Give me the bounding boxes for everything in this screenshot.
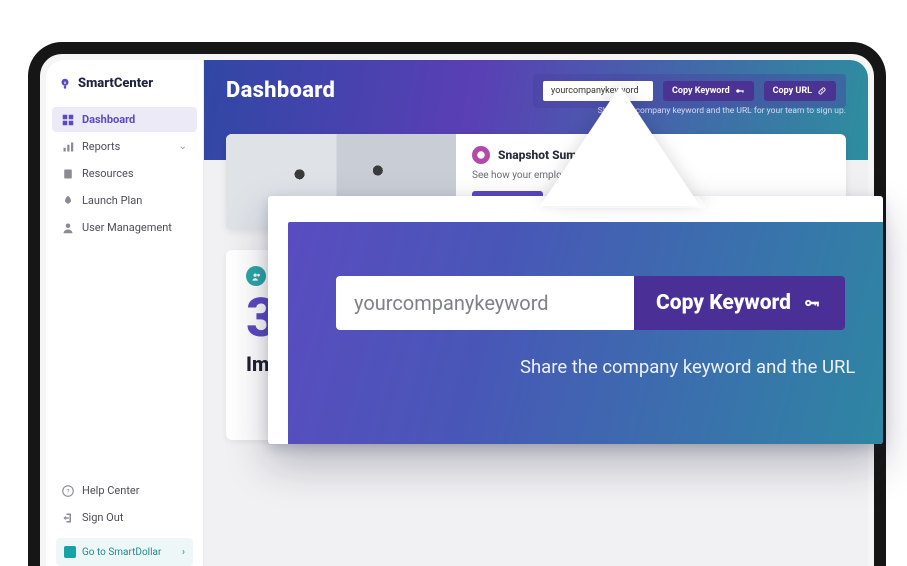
chart-icon	[62, 141, 74, 153]
sidebar-footer: ? Help Center Sign Out Go to SmartDollar…	[46, 470, 203, 566]
brand-lightbulb-icon	[58, 77, 72, 91]
rocket-icon	[62, 195, 74, 207]
sidebar-item-reports[interactable]: Reports ⌄	[52, 134, 197, 159]
sidebar-item-user-management[interactable]: User Management	[52, 215, 197, 240]
sidebar-item-launch-plan[interactable]: Launch Plan	[52, 188, 197, 213]
sidebar-item-label: Launch Plan	[82, 194, 142, 207]
grid-icon	[62, 114, 74, 126]
keyword-callout: Copy Keyword Share the company keyword a…	[268, 196, 883, 444]
svg-text:?: ?	[66, 487, 69, 495]
sidebar-item-label: Help Center	[82, 484, 140, 497]
callout-pointer	[540, 86, 700, 206]
sidebar-item-label: Dashboard	[82, 113, 135, 126]
callout-input-row: Copy Keyword	[336, 276, 883, 330]
link-icon	[817, 86, 827, 96]
sidebar-item-label: User Management	[82, 221, 172, 234]
copy-url-label: Copy URL	[773, 86, 812, 96]
key-icon	[803, 294, 821, 312]
signout-icon	[62, 512, 74, 524]
sidebar-item-label: Sign Out	[82, 511, 123, 524]
sidebar-help-center[interactable]: ? Help Center	[52, 478, 197, 503]
help-icon: ?	[62, 485, 74, 497]
sidebar: SmartCenter Dashboard Reports ⌄ Resource…	[46, 60, 204, 566]
sidebar-item-label: Reports	[82, 140, 120, 153]
people-icon	[246, 266, 266, 286]
key-icon	[735, 86, 745, 96]
sidebar-item-label: Resources	[82, 167, 134, 180]
sidebar-sign-out[interactable]: Sign Out	[52, 505, 197, 530]
chevron-right-icon: ›	[182, 547, 185, 558]
smartdollar-icon	[64, 546, 76, 558]
sidebar-item-dashboard[interactable]: Dashboard	[52, 107, 197, 132]
doc-icon	[62, 168, 74, 180]
sidebar-nav: Dashboard Reports ⌄ Resources Launch Pla…	[46, 105, 203, 244]
callout-copy-keyword-label: Copy Keyword	[656, 291, 791, 315]
brand-name: SmartCenter	[78, 76, 153, 91]
callout-hint: Share the company keyword and the URL	[336, 356, 883, 378]
brand: SmartCenter	[46, 60, 203, 105]
sidebar-item-resources[interactable]: Resources	[52, 161, 197, 186]
copy-url-button[interactable]: Copy URL	[764, 81, 836, 101]
user-icon	[62, 222, 74, 234]
callout-keyword-input[interactable]	[336, 276, 634, 330]
keyword-callout-inner: Copy Keyword Share the company keyword a…	[288, 222, 883, 444]
smartdollar-label: Go to SmartDollar	[82, 547, 161, 558]
callout-copy-keyword-button[interactable]: Copy Keyword	[634, 276, 845, 330]
chevron-down-icon: ⌄	[179, 141, 187, 152]
snapshot-badge-icon	[472, 146, 490, 164]
go-to-smartdollar-link[interactable]: Go to SmartDollar ›	[56, 538, 193, 566]
